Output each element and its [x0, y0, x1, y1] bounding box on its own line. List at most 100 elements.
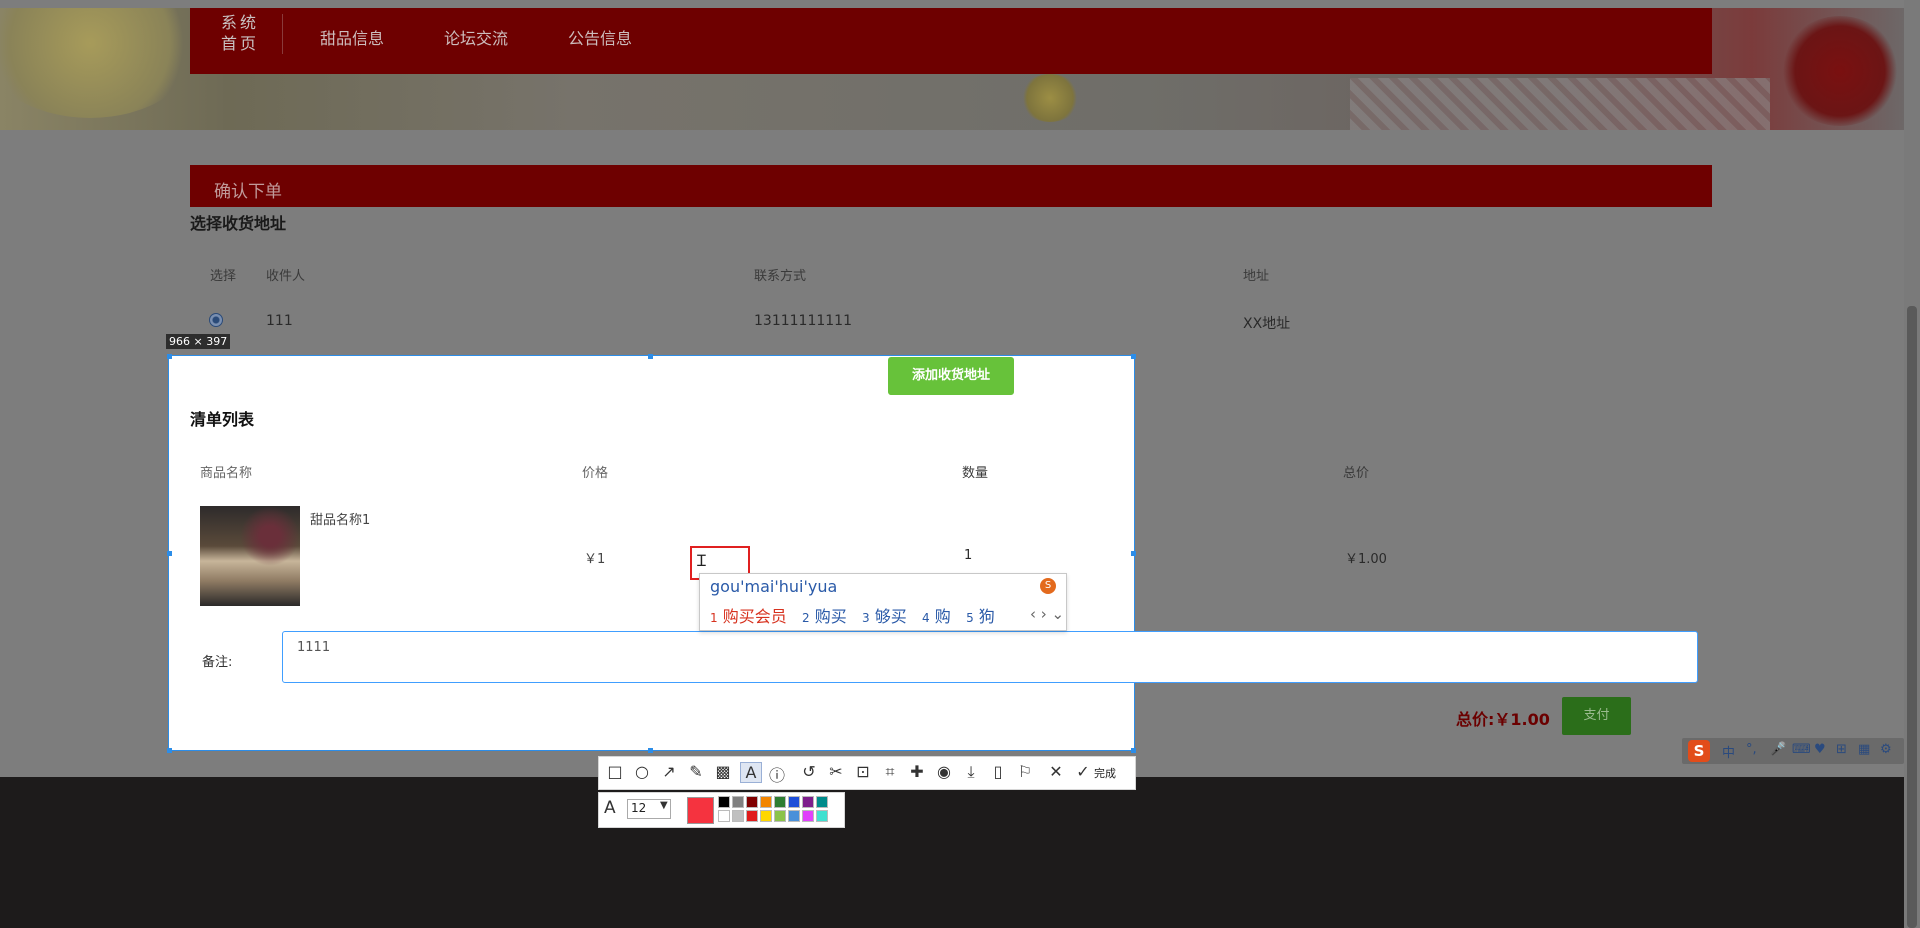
arrow-icon[interactable]: ↗ [659, 762, 679, 781]
address-radio[interactable] [209, 313, 223, 327]
confirm-order-bar [190, 165, 1712, 207]
pencil-icon[interactable]: ✎ [686, 762, 706, 781]
check-icon[interactable]: ✓ [1073, 762, 1093, 781]
ellipse-icon[interactable]: ○ [632, 762, 652, 781]
ime-candidate[interactable]: 5 狗 [966, 607, 995, 626]
ime-candidates: 1 购买会员 2 购买 3 够买 4 购 5 狗 [710, 603, 995, 627]
color-swatch[interactable] [746, 796, 758, 808]
selection-handle[interactable] [167, 748, 172, 753]
address-phone: 13111111111 [754, 313, 852, 329]
long-shot-icon[interactable]: ▯ [988, 762, 1008, 781]
nav-item-forum[interactable]: 论坛交流 [444, 25, 508, 49]
cart-header-qty: 数量 [962, 466, 989, 481]
bookmark-icon[interactable]: ⚐ [1015, 762, 1035, 781]
address-header-select: 选择 [210, 269, 237, 284]
nav-item-notice[interactable]: 公告信息 [568, 25, 632, 49]
undo-icon[interactable]: ↺ [799, 762, 819, 781]
color-swatch[interactable] [788, 810, 800, 822]
ime-candidate[interactable]: 3 够买 [862, 607, 907, 626]
ime-page-nav-icon[interactable]: ‹ › ⌄ [1030, 605, 1064, 623]
product-name: 甜品名称1 [310, 513, 371, 528]
ime-candidate[interactable]: 1 购买会员 [710, 607, 787, 626]
selection-handle[interactable] [648, 748, 653, 753]
current-color-swatch[interactable] [687, 797, 714, 824]
top-nav [190, 8, 1712, 74]
color-swatch[interactable] [760, 796, 772, 808]
keyboard-icon[interactable]: ⌨ [1792, 742, 1811, 757]
selection-handle[interactable] [1131, 551, 1136, 556]
microphone-icon[interactable]: 🎤 [1770, 742, 1786, 757]
product-quantity: 1 [964, 548, 973, 563]
settings-gear-icon[interactable]: ⚙ [1880, 742, 1892, 757]
ime-candidate[interactable]: 2 购买 [802, 607, 847, 626]
sogou-logo-icon: S [1040, 578, 1056, 594]
color-swatch[interactable] [816, 810, 828, 822]
color-swatch[interactable] [732, 810, 744, 822]
ime-candidate[interactable]: 4 购 [922, 607, 951, 626]
color-swatch[interactable] [774, 810, 786, 822]
number-icon[interactable]: ⓘ [767, 762, 787, 786]
nav-divider [282, 14, 283, 54]
text-cursor-icon: Ɪ [697, 551, 706, 570]
color-swatch[interactable] [816, 796, 828, 808]
color-swatch[interactable] [788, 796, 800, 808]
selection-size-badge: 966 × 397 [166, 334, 231, 349]
ime-pinyin-input: gou'mai'hui'yua [710, 577, 838, 596]
product-total: ￥1.00 [1345, 552, 1387, 567]
selection-handle[interactable] [167, 551, 172, 556]
selection-handle[interactable] [648, 354, 653, 359]
lang-toggle[interactable]: 中 [1722, 742, 1735, 761]
record-icon[interactable]: ◉ [934, 762, 954, 781]
gamepad-icon[interactable]: ⊞ [1836, 742, 1847, 757]
ocr-icon[interactable]: ⊡ [853, 762, 873, 781]
rect-icon[interactable]: □ [605, 762, 625, 781]
color-swatch[interactable] [802, 796, 814, 808]
mosaic-icon[interactable]: ▩ [713, 762, 733, 781]
grand-total: 总价:￥1.00 [1456, 710, 1550, 729]
address-header-recipient: 收件人 [266, 269, 306, 284]
color-swatch[interactable] [718, 796, 730, 808]
note-textarea[interactable]: 1111 [282, 631, 1698, 683]
selection-handle[interactable] [167, 354, 172, 359]
color-swatch[interactable] [760, 810, 772, 822]
page-footer [0, 777, 1904, 928]
crop-icon[interactable]: ⌗ [880, 762, 900, 782]
confirm-order-title: 确认下单 [214, 182, 282, 202]
punct-toggle[interactable]: °, [1746, 742, 1757, 757]
sogou-s-icon[interactable]: S [1688, 740, 1710, 762]
done-button[interactable]: 完成 [1094, 765, 1116, 781]
nav-home-link[interactable]: 系统首页 [220, 12, 260, 54]
address-section-title: 选择收货地址 [190, 214, 287, 233]
selection-handle[interactable] [1131, 354, 1136, 359]
download-icon[interactable]: ⤓ [961, 762, 981, 782]
address-detail: XX地址 [1243, 316, 1291, 332]
banner-lemon-slice-image [1020, 74, 1080, 122]
banner-tablecloth-image [1350, 78, 1770, 130]
text-icon[interactable]: A [740, 762, 762, 783]
color-swatch[interactable] [732, 796, 744, 808]
product-image [200, 506, 300, 606]
add-address-button[interactable]: 添加收货地址 [888, 357, 1014, 395]
skin-icon[interactable]: ♥ [1814, 742, 1826, 757]
screenshot-selection[interactable] [168, 355, 1135, 751]
scissors-icon[interactable]: ✂ [826, 762, 846, 781]
address-header-address: 地址 [1243, 269, 1270, 284]
nav-item-dessert[interactable]: 甜品信息 [320, 25, 384, 49]
color-swatch[interactable] [718, 810, 730, 822]
cart-header-total: 总价 [1343, 466, 1370, 481]
apps-icon[interactable]: ▦ [1858, 742, 1870, 757]
color-swatch[interactable] [774, 796, 786, 808]
color-swatch[interactable] [746, 810, 758, 822]
chevron-down-icon[interactable]: ▼ [660, 800, 668, 811]
pin-icon[interactable]: ✚ [907, 762, 927, 781]
selection-handle[interactable] [1131, 748, 1136, 753]
banner-lemon-image [0, 8, 200, 118]
cart-header-name: 商品名称 [200, 466, 253, 481]
pay-button[interactable]: 支付 [1562, 697, 1631, 735]
close-icon[interactable]: ✕ [1046, 762, 1066, 781]
cart-header-price: 价格 [582, 466, 609, 481]
color-swatch[interactable] [802, 810, 814, 822]
product-price: ￥1 [584, 552, 606, 567]
address-header-phone: 联系方式 [754, 269, 807, 284]
scrollbar-thumb[interactable] [1907, 306, 1917, 928]
